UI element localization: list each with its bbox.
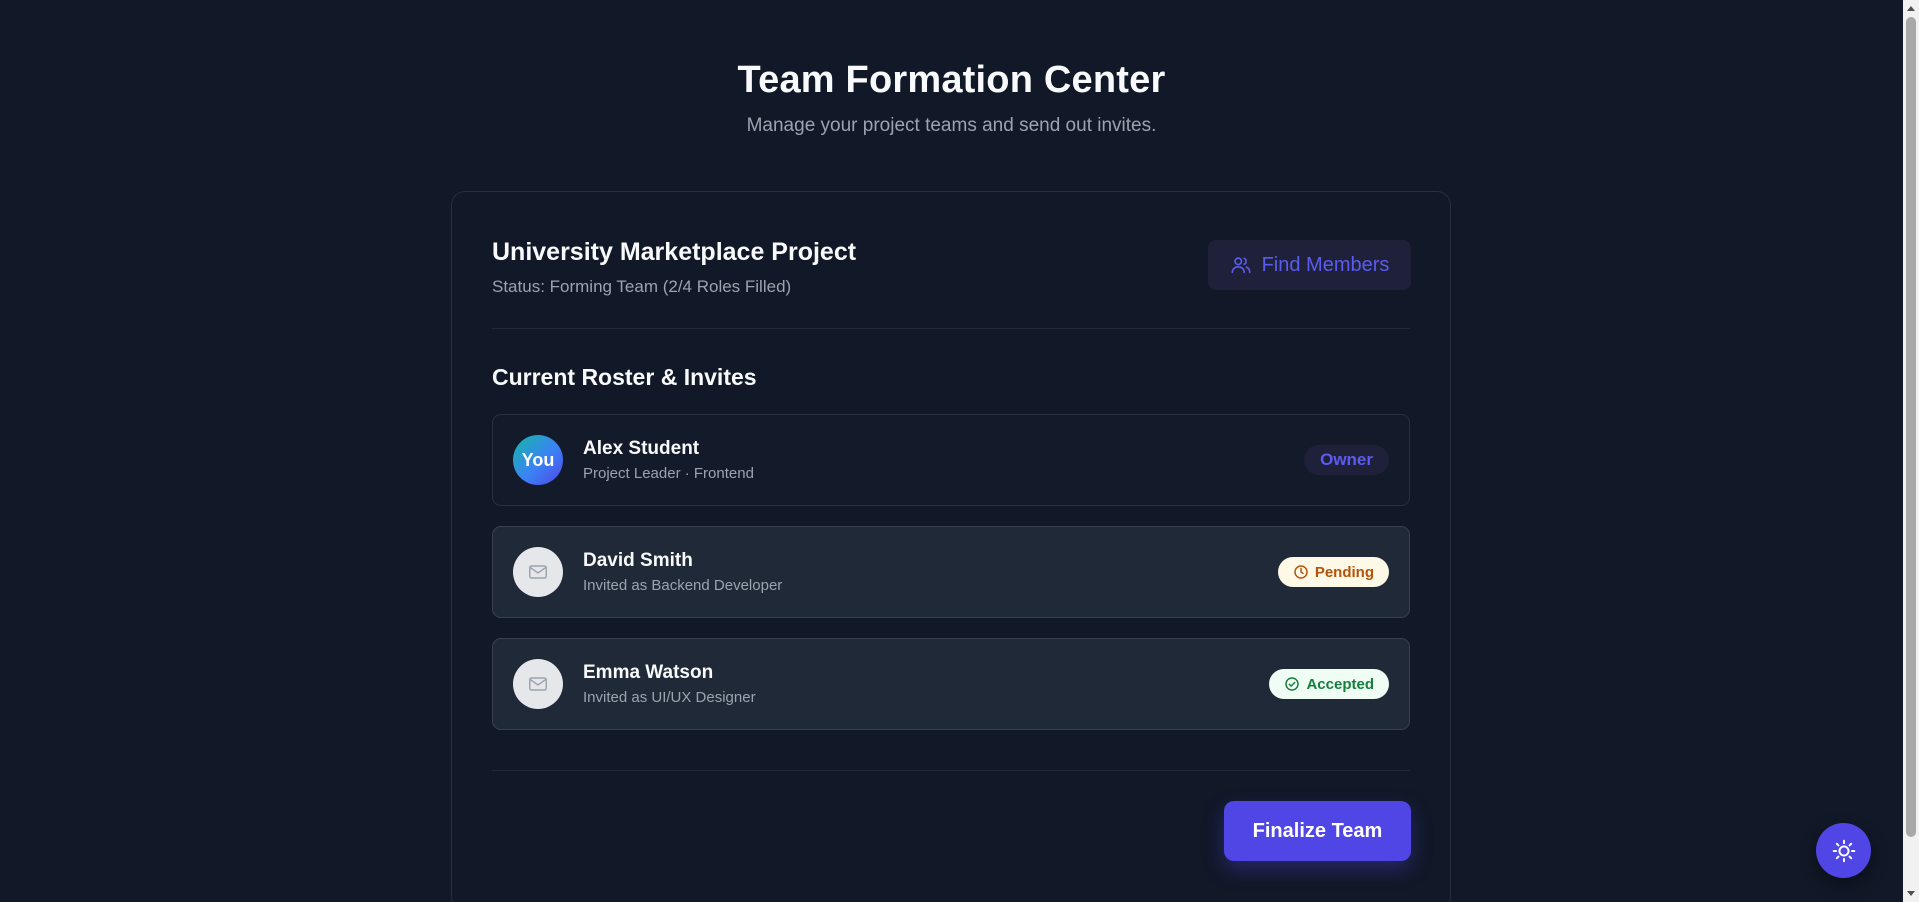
mail-icon	[527, 673, 549, 695]
roster-section-title: Current Roster & Invites	[492, 364, 757, 390]
member-name: Alex Student	[583, 438, 700, 459]
app-viewport: Team Formation Center Manage your projec…	[0, 0, 1919, 902]
member-role: Invited as Backend Developer	[583, 577, 783, 594]
page-subtitle: Manage your project teams and send out i…	[746, 115, 1157, 136]
mail-icon	[527, 561, 549, 583]
avatar	[513, 659, 563, 709]
check-circle-icon	[1284, 676, 1300, 692]
roster-item-alex-student: You Alex Student Project Leader · Fronte…	[492, 414, 1410, 506]
badge-label: Accepted	[1306, 675, 1374, 693]
avatar	[513, 547, 563, 597]
page: Team Formation Center Manage your projec…	[0, 0, 1903, 902]
roster-item-david-smith: David Smith Invited as Backend Developer…	[492, 526, 1410, 618]
member-role: Project Leader · Frontend	[583, 465, 754, 482]
find-members-button[interactable]: Find Members	[1208, 240, 1411, 290]
header-divider	[492, 328, 1410, 329]
owner-badge: Owner	[1304, 445, 1389, 475]
member-name: Emma Watson	[583, 662, 714, 683]
member-info: David Smith Invited as Backend Developer	[583, 549, 1278, 595]
roster-item-emma-watson: Emma Watson Invited as UI/UX Designer Ac…	[492, 638, 1410, 730]
member-info: Emma Watson Invited as UI/UX Designer	[583, 661, 1269, 707]
find-members-label: Find Members	[1261, 253, 1390, 276]
scrollbar-thumb[interactable]	[1906, 17, 1916, 837]
page-title: Team Formation Center	[737, 59, 1166, 101]
theme-toggle-button[interactable]	[1816, 823, 1871, 878]
member-name: David Smith	[583, 550, 693, 571]
sun-icon	[1831, 838, 1857, 864]
badge-label: Pending	[1314, 563, 1374, 581]
users-icon	[1230, 254, 1252, 276]
pending-badge: Pending	[1277, 557, 1389, 587]
member-role: Invited as UI/UX Designer	[583, 689, 756, 706]
footer-divider	[492, 770, 1410, 771]
project-status: Status: Forming Team (2/4 Roles Filled)	[492, 277, 792, 296]
clock-icon	[1293, 564, 1309, 580]
project-card: University Marketplace Project Status: F…	[451, 191, 1451, 902]
member-info: Alex Student Project Leader · Frontend	[583, 437, 1304, 483]
badge-label: Owner	[1320, 450, 1373, 469]
scroll-down-arrow-icon[interactable]	[1903, 886, 1919, 902]
vertical-scrollbar[interactable]	[1903, 0, 1919, 902]
scroll-up-arrow-icon[interactable]	[1903, 0, 1919, 16]
project-title: University Marketplace Project	[492, 238, 857, 266]
page-header: Team Formation Center Manage your projec…	[0, 56, 1903, 138]
accepted-badge: Accepted	[1269, 669, 1389, 699]
avatar: You	[513, 435, 563, 485]
finalize-team-button[interactable]: Finalize Team	[1224, 801, 1411, 861]
